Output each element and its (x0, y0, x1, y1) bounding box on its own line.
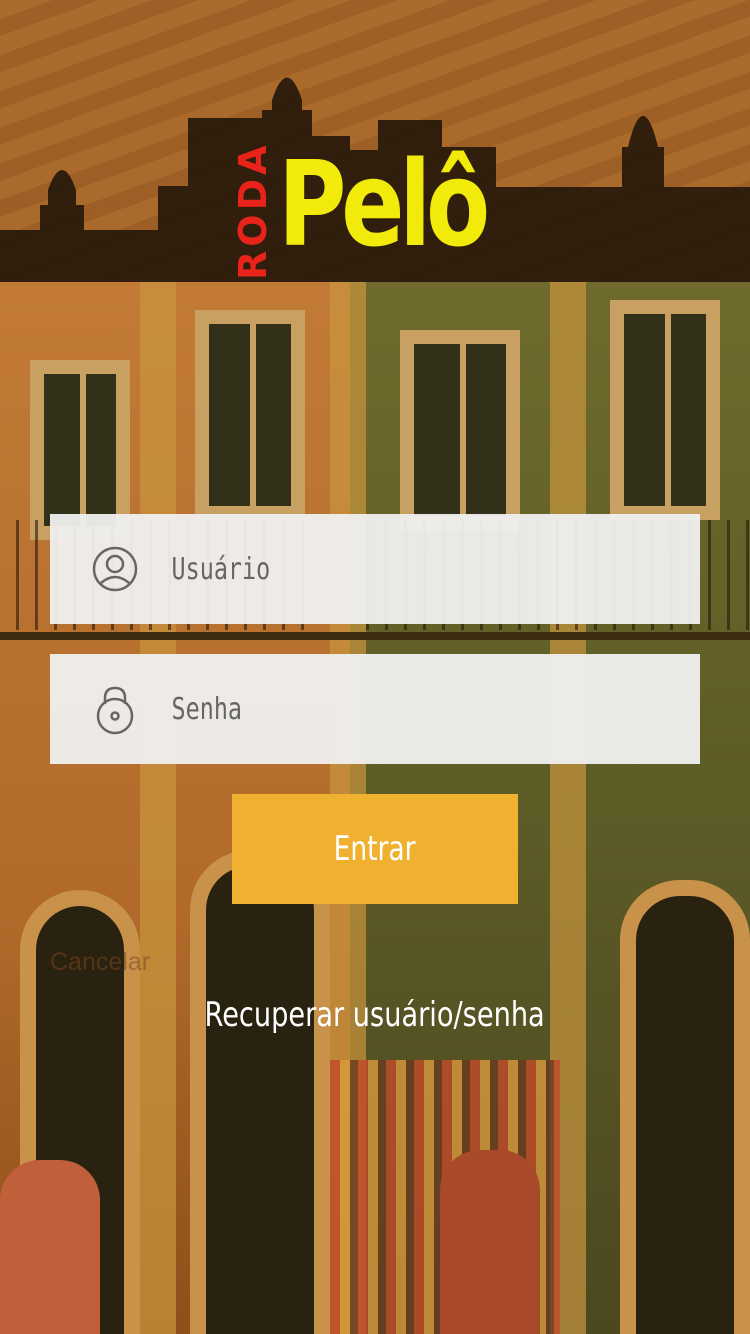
username-input[interactable] (170, 550, 548, 588)
header-banner: RODA Pelô (0, 0, 750, 282)
username-field[interactable] (50, 514, 700, 624)
login-button[interactable]: Entrar (232, 794, 518, 904)
user-circle-icon (90, 544, 140, 594)
recover-credentials-label: Recuperar usuário/senha (204, 995, 546, 1035)
password-input[interactable] (170, 690, 548, 728)
login-button-label: Entrar (333, 829, 417, 869)
password-field[interactable] (50, 654, 700, 764)
cancel-link[interactable]: Cancelar (50, 948, 150, 977)
padlock-icon (90, 684, 140, 735)
logo-pelo-text: Pelô (278, 135, 490, 273)
logo-roda-text: RODA (231, 141, 275, 280)
app-logo: RODA Pelô (222, 135, 490, 280)
recover-credentials-link[interactable]: Recuperar usuário/senha (0, 995, 750, 1035)
